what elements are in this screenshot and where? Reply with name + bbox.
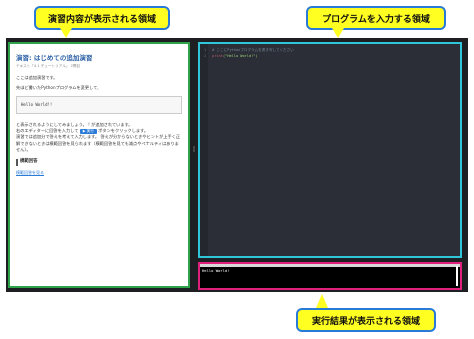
console-header (200, 264, 460, 267)
code-line[interactable]: 1 # ここにPythonプログラムを書き写してください (204, 48, 294, 53)
code-editor[interactable]: 1 # ここにPythonプログラムを書き写してください 2 print("He… (198, 42, 462, 258)
exercise-text: ここは追加演習です。 (16, 75, 58, 81)
console-output-text: Hello World! (202, 268, 230, 273)
panel-resize-handle[interactable] (193, 146, 195, 152)
exercise-panel: 演習: はじめての追加演習 テキスト「4.1 チュートリアル」 2問目 ここは追… (8, 42, 190, 288)
callout-pointer (60, 28, 72, 38)
exercise-text: 演習では追加分で答えを考えて入力します。 答えが分からないときやヒントが上手く正… (16, 134, 181, 153)
line-gutter (200, 44, 208, 256)
callout-pointer (332, 28, 344, 38)
model-answer-heading: 模範回答 (16, 159, 182, 166)
exercise-meta: テキスト「4.1 チュートリアル」 2問目 (16, 63, 81, 68)
expected-output-code: Hello World!! (16, 95, 182, 114)
exercise-title: 演習: はじめての追加演習 (16, 54, 93, 62)
callout-pointer (316, 294, 328, 308)
callout-exercise-area: 演習内容が表示される領域 (34, 6, 170, 30)
model-answer-link[interactable]: 模範回答を見る (16, 170, 44, 175)
console-scrollbar[interactable] (456, 266, 458, 286)
code-line[interactable]: 2 print("Hello World!") (204, 54, 258, 58)
callout-output-area: 実行結果が表示される領域 (296, 308, 436, 332)
output-console: Hello World! (198, 262, 462, 290)
exercise-text: 先ほど書いたPythonプログラムを変更して、 (16, 85, 102, 91)
callout-input-area: プログラムを入力する領域 (306, 6, 446, 30)
